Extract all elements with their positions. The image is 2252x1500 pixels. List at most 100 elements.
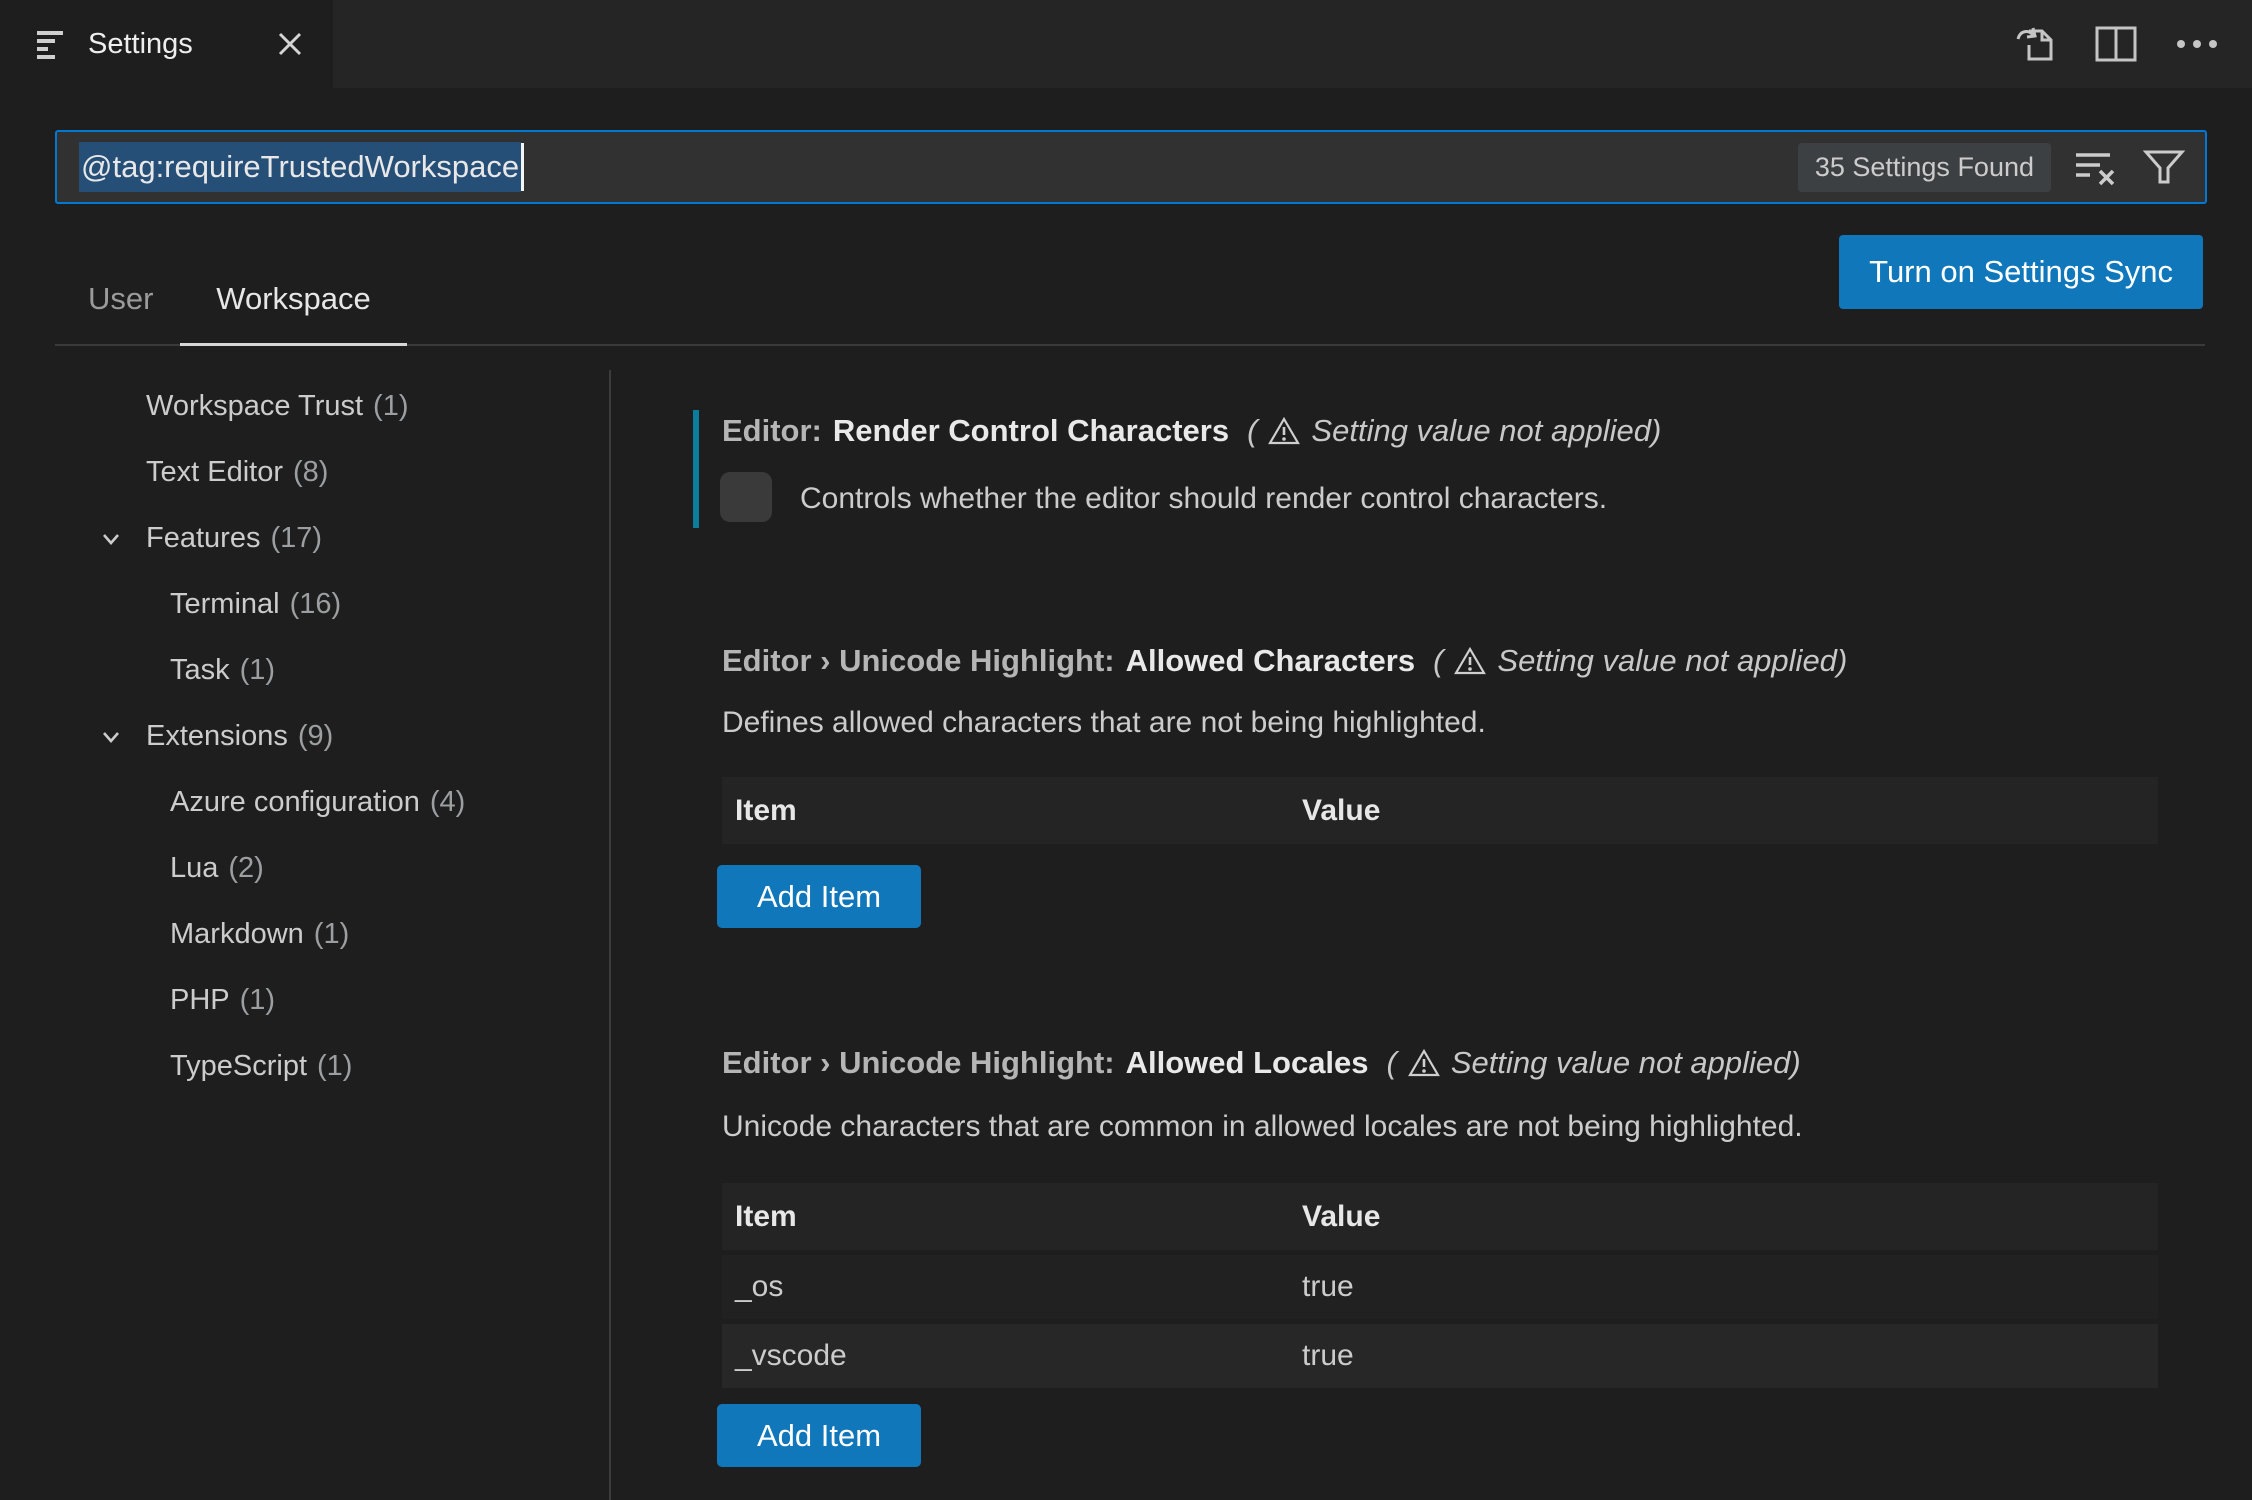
text-caret <box>521 143 525 191</box>
table-header-row: Item Value <box>722 1183 2158 1250</box>
tree-item-count: (1) <box>239 653 276 686</box>
warning-text: Setting value not applied <box>1497 643 1837 678</box>
allowed-locales-table: Item Value _os true _vscode true <box>722 1183 2158 1388</box>
tree-item-count: (4) <box>429 785 466 818</box>
tree-item-label: Workspace Trust <box>146 389 364 422</box>
warning-close-paren: ) <box>1790 1045 1801 1080</box>
table-header-row: Item Value <box>722 777 2158 844</box>
setting-category: Editor: <box>722 413 822 448</box>
tree-item-count: (1) <box>317 1049 353 1082</box>
render-control-characters-checkbox[interactable] <box>720 472 772 522</box>
setting-name: Allowed Locales <box>1125 1045 1369 1080</box>
warning-text: Setting value not applied <box>1311 413 1651 448</box>
add-item-button[interactable]: Add Item <box>717 865 922 928</box>
search-query-text: @tag:requireTrustedWorkspace <box>79 142 522 192</box>
setting-warning: ( Setting value not applied ) <box>1387 1045 1801 1081</box>
table-row-vscode[interactable]: _vscode true <box>722 1324 2158 1388</box>
setting-warning: ( Setting value not applied ) <box>1247 413 1661 449</box>
tree-item-count: (8) <box>293 455 329 488</box>
sidebar-item-typescript[interactable]: TypeScript (1) <box>40 1033 600 1099</box>
open-settings-json-icon[interactable] <box>2010 19 2060 69</box>
setting-name: Render Control Characters <box>832 413 1230 448</box>
warning-icon <box>1454 646 1487 675</box>
tree-item-label: Terminal <box>170 587 280 620</box>
table-header-item: Item <box>735 793 797 827</box>
sidebar-item-workspace-trust[interactable]: Workspace Trust (1) <box>40 373 600 439</box>
settings-list-icon <box>34 26 68 62</box>
sidebar-item-extensions[interactable]: Extensions (9) <box>40 703 600 769</box>
sidebar-item-lua[interactable]: Lua (2) <box>40 835 600 901</box>
tree-item-count: (16) <box>289 587 342 620</box>
warning-icon <box>1268 416 1301 445</box>
tree-item-label: Lua <box>170 851 219 884</box>
setting-description: Controls whether the editor should rende… <box>800 482 1608 515</box>
editor-tab-bar: Settings <box>0 0 2252 88</box>
scope-tab-user[interactable]: User <box>64 252 177 346</box>
tree-item-label: Task <box>170 653 230 686</box>
setting-category: Editor › Unicode Highlight: <box>722 643 1115 678</box>
tree-item-label: Markdown <box>170 917 304 950</box>
tree-item-label: Text Editor <box>146 455 283 488</box>
warning-text: Setting value not applied <box>1450 1045 1791 1080</box>
table-header-value: Value <box>1302 1199 1381 1233</box>
scope-tab-workspace[interactable]: Workspace <box>180 252 407 346</box>
tab-settings[interactable]: Settings <box>0 0 333 88</box>
tree-item-count: (17) <box>270 521 323 554</box>
tree-item-count: (9) <box>297 719 334 752</box>
warning-close-paren: ) <box>1650 413 1662 448</box>
warning-open-paren: ( <box>1386 1045 1397 1080</box>
sidebar-item-terminal[interactable]: Terminal (16) <box>40 571 600 637</box>
sidebar-item-features[interactable]: Features (17) <box>40 505 600 571</box>
search-controls: 35 Settings Found <box>1797 142 2187 192</box>
sidebar-item-text-editor[interactable]: Text Editor (8) <box>40 439 600 505</box>
setting-description: Defines allowed characters that are not … <box>722 706 1486 739</box>
table-cell-value: true <box>1302 1270 1354 1303</box>
chevron-down-icon <box>96 524 126 554</box>
tree-item-count: (1) <box>373 389 409 422</box>
tree-item-label: TypeScript <box>170 1049 307 1082</box>
setting-description: Unicode characters that are common in al… <box>722 1110 1803 1143</box>
modified-setting-indicator <box>693 410 699 528</box>
sidebar-item-markdown[interactable]: Markdown (1) <box>40 901 600 967</box>
tree-item-label: Extensions <box>146 719 288 752</box>
warning-open-paren: ( <box>1247 413 1258 448</box>
tree-item-count: (2) <box>228 851 264 884</box>
sidebar-item-task[interactable]: Task (1) <box>40 637 600 703</box>
table-cell-item: _os <box>735 1270 784 1303</box>
sidebar-divider <box>609 370 611 1500</box>
setting-title-allowed-characters: Editor › Unicode Highlight: Allowed Char… <box>722 637 1847 685</box>
more-actions-icon[interactable] <box>2172 20 2222 68</box>
editor-actions <box>2010 0 2222 88</box>
setting-warning: ( Setting value not applied ) <box>1433 643 1847 679</box>
setting-title-render-control-characters: Editor: Render Control Characters ( Sett… <box>722 407 1661 455</box>
allowed-characters-table: Item Value <box>722 777 2158 844</box>
warning-open-paren: ( <box>1433 643 1444 678</box>
table-cell-value: true <box>1302 1339 1354 1372</box>
setting-category: Editor › Unicode Highlight: <box>722 1045 1115 1080</box>
tree-item-count: (1) <box>313 917 350 950</box>
table-header-value: Value <box>1302 793 1381 827</box>
chevron-down-icon <box>96 722 126 752</box>
setting-title-allowed-locales: Editor › Unicode Highlight: Allowed Loca… <box>722 1039 1801 1087</box>
filter-icon[interactable] <box>2141 144 2187 190</box>
warning-close-paren: ) <box>1836 643 1848 678</box>
table-cell-item: _vscode <box>735 1339 847 1372</box>
warning-icon <box>1407 1048 1440 1077</box>
table-row-os[interactable]: _os true <box>722 1255 2158 1319</box>
split-editor-icon[interactable] <box>2092 20 2140 68</box>
results-count-badge: 35 Settings Found <box>1797 142 2051 192</box>
sidebar-item-azure-configuration[interactable]: Azure configuration (4) <box>40 769 600 835</box>
add-item-button[interactable]: Add Item <box>717 1404 922 1467</box>
clear-filters-icon[interactable] <box>2073 144 2119 190</box>
settings-search-input[interactable]: @tag:requireTrustedWorkspace 35 Settings… <box>55 130 2207 204</box>
tree-item-label: Azure configuration <box>170 785 420 818</box>
close-icon[interactable] <box>273 27 307 61</box>
settings-toc-tree: Workspace Trust (1) Text Editor (8) Feat… <box>40 373 600 1099</box>
table-header-item: Item <box>735 1199 797 1233</box>
tree-item-count: (1) <box>239 983 276 1016</box>
tree-item-label: PHP <box>170 983 230 1016</box>
setting-name: Allowed Characters <box>1125 643 1416 678</box>
tab-title: Settings <box>88 27 193 60</box>
sidebar-item-php[interactable]: PHP (1) <box>40 967 600 1033</box>
turn-on-settings-sync-button[interactable]: Turn on Settings Sync <box>1839 235 2203 309</box>
